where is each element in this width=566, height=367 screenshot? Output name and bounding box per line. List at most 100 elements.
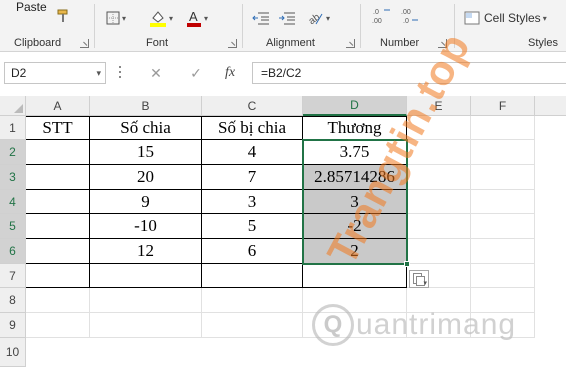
cell-a5[interactable]	[26, 214, 90, 239]
fill-color-button[interactable]: ▾	[146, 8, 176, 28]
cell-b1[interactable]: Số chia	[90, 116, 202, 140]
increase-decimal-button[interactable]: .0.00	[368, 6, 394, 26]
cell-a9[interactable]	[26, 313, 90, 338]
format-painter-icon[interactable]	[54, 6, 74, 26]
cell-f5[interactable]	[471, 214, 535, 239]
chevron-down-icon[interactable]: ▾	[96, 63, 101, 83]
cell-b8[interactable]	[90, 288, 202, 313]
ribbon-divider	[242, 4, 243, 48]
row-header-4[interactable]: 4	[0, 190, 26, 214]
ribbon-divider	[94, 4, 95, 48]
column-header-c[interactable]: C	[202, 96, 303, 116]
cell-b7[interactable]	[90, 264, 202, 288]
cell-b6[interactable]: 12	[90, 239, 202, 264]
name-box[interactable]: D2 ▾	[4, 62, 106, 84]
enter-icon[interactable]: ✓	[186, 64, 206, 82]
column-header-g[interactable]	[535, 96, 566, 116]
cell-f1[interactable]	[471, 116, 535, 140]
font-launcher-icon[interactable]	[228, 39, 237, 48]
svg-text:ab: ab	[307, 12, 323, 26]
cell-c7[interactable]	[202, 264, 303, 288]
cell-styles-button[interactable]: Cell Styles ▾	[464, 8, 564, 28]
watermark-bottom: Q uantrimang	[312, 303, 516, 347]
fill-handle[interactable]	[404, 261, 410, 267]
clipboard-label: Clipboard	[14, 37, 62, 49]
row-header-10[interactable]: 10	[0, 338, 26, 367]
cancel-icon[interactable]: ✕	[146, 64, 166, 82]
column-header-a[interactable]: A	[26, 96, 90, 116]
cell-c5[interactable]: 5	[202, 214, 303, 239]
cell-c2[interactable]: 4	[202, 140, 303, 165]
styles-label: Styles	[528, 37, 558, 49]
insert-function-button[interactable]: fx	[220, 64, 240, 82]
cell-e3[interactable]	[407, 165, 471, 190]
cell-a1[interactable]: STT	[26, 116, 90, 140]
cell-b5[interactable]: -10	[90, 214, 202, 239]
row-header-8[interactable]: 8	[0, 288, 26, 313]
alignment-label: Alignment	[266, 37, 315, 49]
clipboard-launcher-icon[interactable]	[80, 39, 89, 48]
row-header-1[interactable]: 1	[0, 116, 26, 140]
cell-f2[interactable]	[471, 140, 535, 165]
cell-a7[interactable]	[26, 264, 90, 288]
cell-c3[interactable]: 7	[202, 165, 303, 190]
row-header-5[interactable]: 5	[0, 214, 26, 239]
row-header-3[interactable]: 3	[0, 165, 26, 190]
row-header-6[interactable]: 6	[0, 239, 26, 264]
cell-a8[interactable]	[26, 288, 90, 313]
cell-c9[interactable]	[202, 313, 303, 338]
cell-a3[interactable]	[26, 165, 90, 190]
svg-text:A: A	[189, 9, 198, 24]
decrease-indent-button[interactable]	[250, 8, 272, 28]
decrease-indent-icon	[252, 12, 269, 25]
column-header-b[interactable]: B	[90, 96, 202, 116]
row-header-9[interactable]: 9	[0, 313, 26, 338]
orientation-button[interactable]: ab ▾	[304, 8, 332, 28]
alignment-group: ab ▾ Alignment	[244, 0, 358, 52]
decrease-decimal-icon: .00.0	[401, 9, 418, 25]
cell-a2[interactable]	[26, 140, 90, 165]
row-header-2[interactable]: 2	[0, 140, 26, 165]
formula-bar: D2 ▾ ✕ ✓ fx =B2/C2	[0, 60, 566, 86]
formula-bar-grip-icon[interactable]	[118, 66, 122, 80]
cell-b4[interactable]: 9	[90, 190, 202, 214]
watermark-logo-icon: Q	[312, 304, 354, 346]
row-header-7[interactable]: 7	[0, 264, 26, 288]
cell-c8[interactable]	[202, 288, 303, 313]
ribbon: Paste Clipboard ▾ ▾ A ▾ Font ab ▾ Alignm…	[0, 0, 566, 52]
cell-e4[interactable]	[407, 190, 471, 214]
cell-f7[interactable]	[471, 264, 535, 288]
cell-b3[interactable]: 20	[90, 165, 202, 190]
svg-text:.00: .00	[401, 9, 411, 16]
cell-a6[interactable]	[26, 239, 90, 264]
cell-f4[interactable]	[471, 190, 535, 214]
font-label: Font	[146, 37, 169, 49]
name-box-value: D2	[11, 66, 27, 80]
cell-f3[interactable]	[471, 165, 535, 190]
cell-b9[interactable]	[90, 313, 202, 338]
watermark-bottom-text: uantrimang	[356, 308, 517, 341]
svg-text:.0: .0	[373, 9, 379, 16]
increase-indent-button[interactable]	[276, 8, 298, 28]
cell-styles-label: Cell Styles	[484, 11, 541, 25]
cell-c1[interactable]: Số bị chia	[202, 116, 303, 140]
svg-text:.0: .0	[403, 18, 409, 25]
cell-b2[interactable]: 15	[90, 140, 202, 165]
cell-e6[interactable]	[407, 239, 471, 264]
clipboard-group: Paste Clipboard	[0, 0, 92, 52]
font-color-button[interactable]: A ▾	[182, 8, 212, 28]
paste-button[interactable]: Paste	[16, 0, 47, 14]
borders-button[interactable]: ▾	[102, 8, 130, 28]
ribbon-divider	[360, 4, 361, 48]
quick-analysis-icon[interactable]: ▾	[409, 270, 429, 288]
cell-f6[interactable]	[471, 239, 535, 264]
cell-c6[interactable]: 6	[202, 239, 303, 264]
cell-e5[interactable]	[407, 214, 471, 239]
alignment-launcher-icon[interactable]	[346, 39, 355, 48]
cell-c4[interactable]: 3	[202, 190, 303, 214]
select-all-button[interactable]	[0, 96, 26, 116]
decrease-decimal-button[interactable]: .00.0	[396, 6, 422, 26]
font-color-icon: A	[186, 9, 201, 27]
column-header-f[interactable]: F	[471, 96, 535, 116]
cell-a4[interactable]	[26, 190, 90, 214]
